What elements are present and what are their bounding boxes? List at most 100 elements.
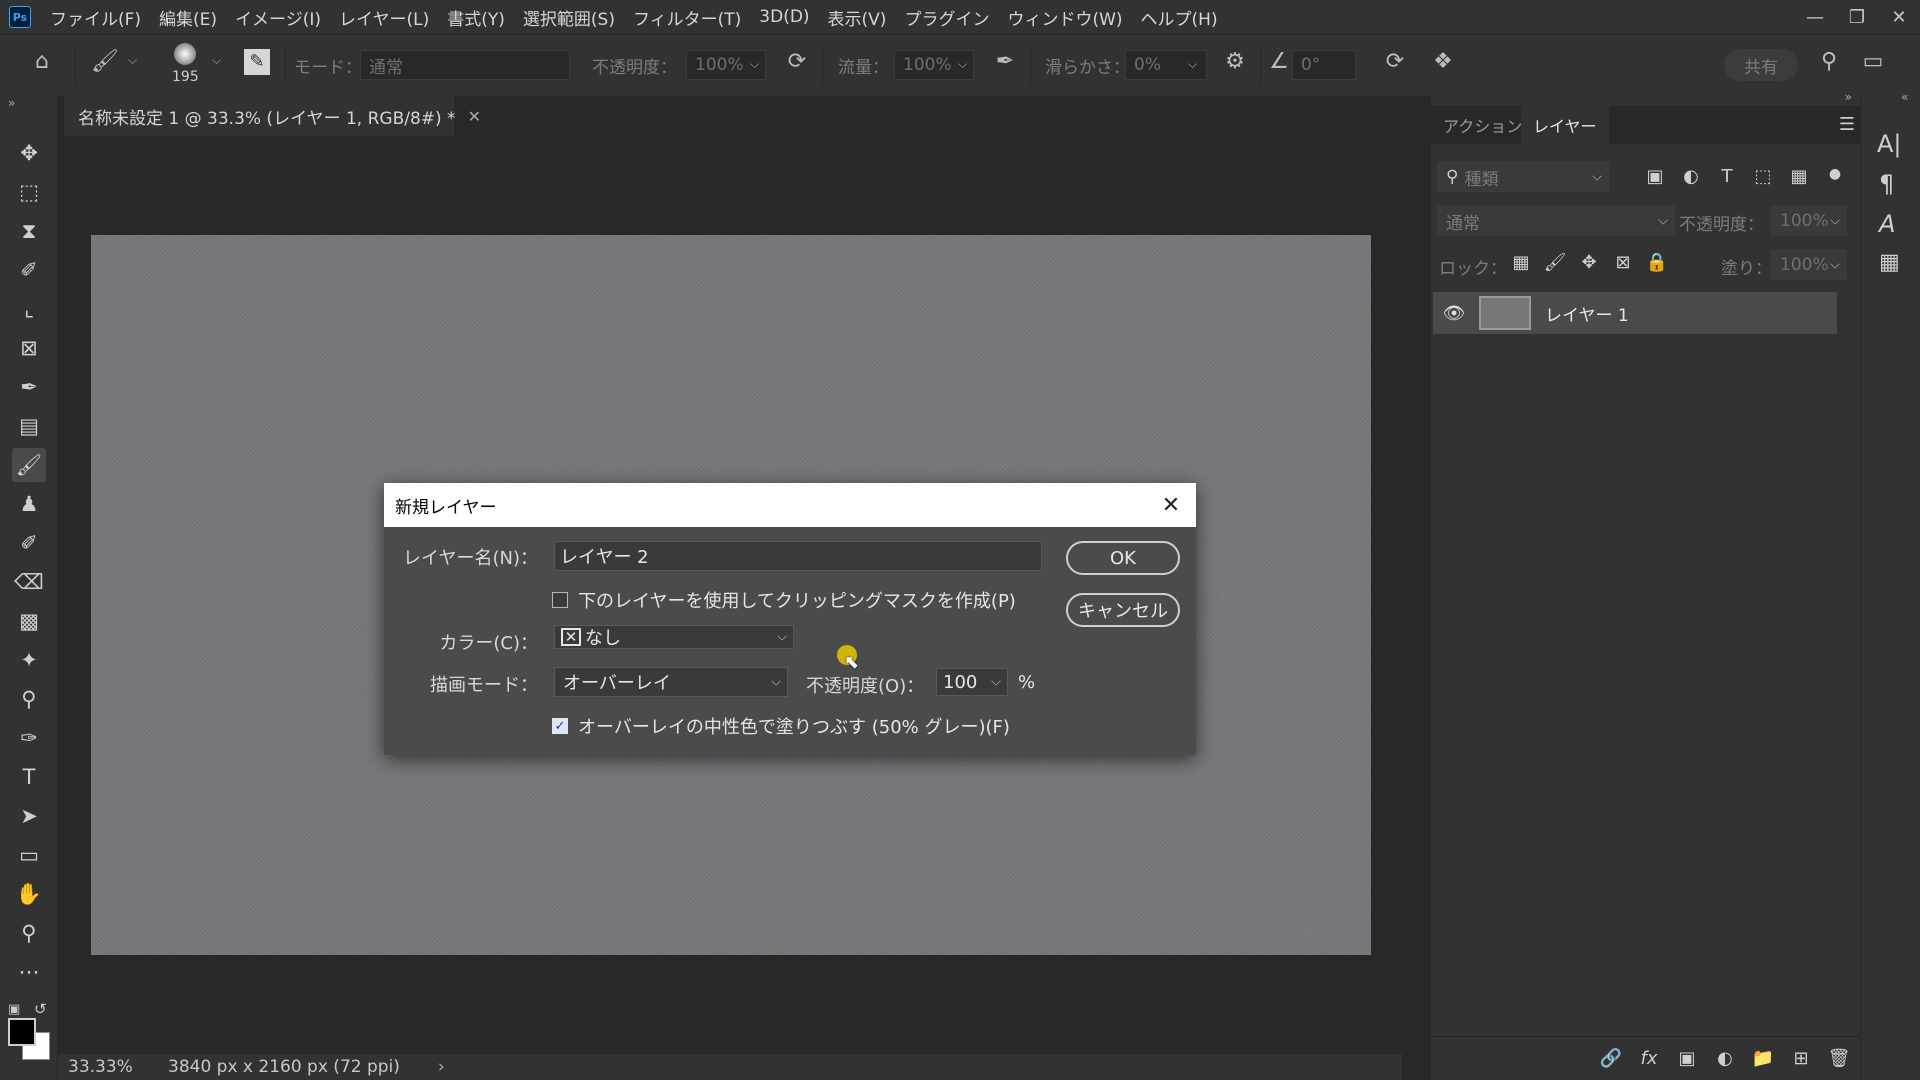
brush-tool-icon[interactable]: 🖌 <box>12 448 46 482</box>
frame-tool-icon[interactable]: ⊠ <box>12 331 46 365</box>
ok-button[interactable]: OK <box>1066 541 1180 575</box>
opacity-input[interactable]: 100 ⌵ <box>936 668 1008 696</box>
type-filter-icon[interactable]: T <box>1713 166 1741 187</box>
close-icon[interactable]: ✕ <box>1146 483 1196 527</box>
chevron-down-icon[interactable]: ⌵ <box>128 53 137 68</box>
hand-tool-icon[interactable]: ✋ <box>12 877 46 911</box>
blend-mode-select[interactable]: オーバーレイ ⌵ <box>554 667 788 697</box>
home-icon[interactable]: ⌂ <box>25 49 59 74</box>
restore-icon[interactable]: ❐ <box>1836 0 1878 34</box>
brush-tip-icon[interactable] <box>174 43 196 65</box>
menu-filter[interactable]: フィルター(T) <box>624 5 750 30</box>
paragraph-panel-icon[interactable]: ¶ <box>1879 170 1894 198</box>
angle-field[interactable]: 0° <box>1292 50 1356 80</box>
gradient-tool-icon[interactable]: ▩ <box>12 604 46 638</box>
clipping-mask-checkbox[interactable] <box>552 592 568 608</box>
clipping-mask-label[interactable]: 下のレイヤーを使用してクリッピングマスクを作成(P) <box>578 587 1016 613</box>
collapse-icon[interactable]: » <box>8 96 15 110</box>
lock-paint-icon[interactable]: 🖌 <box>1541 252 1569 273</box>
menu-help[interactable]: ヘルプ(H) <box>1132 5 1227 30</box>
menu-view[interactable]: 表示(V) <box>819 5 896 30</box>
gear-icon[interactable]: ⚙ <box>1218 49 1252 74</box>
workspace-icon[interactable]: ▭ <box>1856 49 1890 74</box>
chevron-down-icon[interactable]: ⌵ <box>958 57 967 72</box>
rectangle-tool-icon[interactable]: ▭ <box>12 838 46 872</box>
swap-colors-icon[interactable]: ↺ <box>34 1000 47 1018</box>
pen-tool-icon[interactable]: ✑ <box>12 721 46 755</box>
pressure-size-icon[interactable]: ⟳ <box>1378 49 1412 74</box>
fill-field[interactable]: 100% ⌵ <box>1771 250 1847 280</box>
lock-transparent-icon[interactable]: ▦ <box>1507 252 1535 273</box>
character-panel-icon[interactable]: A| <box>1877 130 1902 158</box>
mask-icon[interactable]: ▣ <box>1673 1048 1701 1069</box>
type-tool-icon[interactable]: T <box>12 760 46 794</box>
lock-position-icon[interactable]: ✥ <box>1575 252 1603 273</box>
new-layer-icon[interactable]: ⊞ <box>1787 1048 1815 1069</box>
close-icon[interactable]: ✕ <box>468 107 481 126</box>
history-brush-tool-icon[interactable]: ✐ <box>12 526 46 560</box>
chevron-right-icon[interactable]: › <box>438 1057 445 1077</box>
symmetry-butterfly-icon[interactable]: ❖ <box>1426 49 1460 74</box>
quick-select-tool-icon[interactable]: ✐ <box>12 253 46 287</box>
healing-brush-tool-icon[interactable]: ▤ <box>12 409 46 443</box>
fx-icon[interactable]: fx <box>1635 1048 1663 1069</box>
marquee-tool-icon[interactable]: ⬚ <box>12 175 46 209</box>
chevron-down-icon[interactable]: ⌵ <box>1188 57 1197 72</box>
eyedropper-tool-icon[interactable]: ✒ <box>12 370 46 404</box>
glyphs-panel-icon[interactable]: A <box>1879 210 1895 238</box>
blur-tool-icon[interactable]: ✦ <box>12 643 46 677</box>
path-select-tool-icon[interactable]: ➤ <box>12 799 46 833</box>
document-tab[interactable]: 名称未設定 1 @ 33.3% (レイヤー 1, RGB/8#) * ✕ <box>64 96 481 136</box>
stamp-tool-icon[interactable]: ♟ <box>12 487 46 521</box>
fill-neutral-label[interactable]: オーバーレイの中性色で塗りつぶす (50% グレー)(F) <box>578 713 1010 739</box>
chevron-down-icon[interactable]: ⌵ <box>750 57 759 72</box>
dodge-tool-icon[interactable]: ⚲ <box>12 682 46 716</box>
close-window-icon[interactable]: ✕ <box>1878 0 1920 34</box>
layer-filter-select[interactable]: ⚲ 種類 ⌵ <box>1437 162 1609 192</box>
layer-name-input[interactable]: レイヤー 2 <box>554 541 1042 571</box>
brush-settings-icon[interactable]: ✎ <box>244 49 270 75</box>
menu-image[interactable]: イメージ(I) <box>226 5 330 30</box>
brush-preset-icon[interactable]: 🖌 <box>88 49 122 74</box>
crop-tool-icon[interactable]: ⌞ <box>12 292 46 326</box>
menu-type[interactable]: 書式(Y) <box>438 5 514 30</box>
collapse-icon[interactable]: » <box>1845 90 1852 104</box>
trash-icon[interactable]: 🗑 <box>1825 1048 1853 1069</box>
menu-edit[interactable]: 編集(E) <box>150 5 226 30</box>
more-tools-icon[interactable]: ⋯ <box>12 955 46 989</box>
menu-plugins[interactable]: プラグイン <box>895 5 998 30</box>
mode-select[interactable]: 通常 <box>360 50 570 80</box>
color-select[interactable]: ✕ なし ⌵ <box>554 625 794 649</box>
menu-layer[interactable]: レイヤー(L) <box>330 5 438 30</box>
smart-object-filter-icon[interactable]: ▦ <box>1785 166 1813 187</box>
move-tool-icon[interactable]: ✥ <box>12 136 46 170</box>
libraries-panel-icon[interactable]: ▦ <box>1879 250 1900 275</box>
panel-menu-icon[interactable]: ☰ <box>1839 114 1855 135</box>
foreground-color-swatch[interactable] <box>8 1018 36 1046</box>
zoom-level[interactable]: 33.33% <box>68 1057 154 1077</box>
layer-row[interactable]: 👁 レイヤー 1 <box>1433 292 1837 334</box>
airbrush-icon[interactable]: ✒ <box>988 49 1022 74</box>
menu-file[interactable]: ファイル(F) <box>41 5 150 30</box>
layer-name[interactable]: レイヤー 1 <box>1545 301 1629 326</box>
minimize-icon[interactable]: — <box>1794 0 1836 34</box>
lock-all-icon[interactable]: 🔒 <box>1643 252 1671 273</box>
panel-opacity-field[interactable]: 100% ⌵ <box>1771 206 1847 236</box>
share-button[interactable]: 共有 <box>1724 49 1798 81</box>
tab-actions[interactable]: アクション <box>1431 106 1534 144</box>
folder-icon[interactable]: 📁 <box>1749 1048 1777 1069</box>
search-icon[interactable]: ⚲ <box>1812 49 1846 74</box>
link-icon[interactable]: 🔗 <box>1597 1048 1625 1069</box>
image-filter-icon[interactable]: ▣ <box>1641 166 1669 187</box>
zoom-tool-icon[interactable]: ⚲ <box>12 916 46 950</box>
cancel-button[interactable]: キャンセル <box>1066 593 1180 627</box>
eye-icon[interactable]: 👁 <box>1437 303 1471 324</box>
shape-filter-icon[interactable]: ⬚ <box>1749 166 1777 187</box>
blend-mode-select[interactable]: 通常 ⌵ <box>1437 206 1675 236</box>
pressure-opacity-icon[interactable]: ⟳ <box>780 49 814 74</box>
adjustment-layer-icon[interactable]: ◐ <box>1711 1048 1739 1069</box>
menu-select[interactable]: 選択範囲(S) <box>514 5 624 30</box>
menu-3d[interactable]: 3D(D) <box>750 7 818 27</box>
default-colors-icon[interactable]: ▣ <box>8 1002 20 1017</box>
expand-icon[interactable]: « <box>1901 90 1908 104</box>
